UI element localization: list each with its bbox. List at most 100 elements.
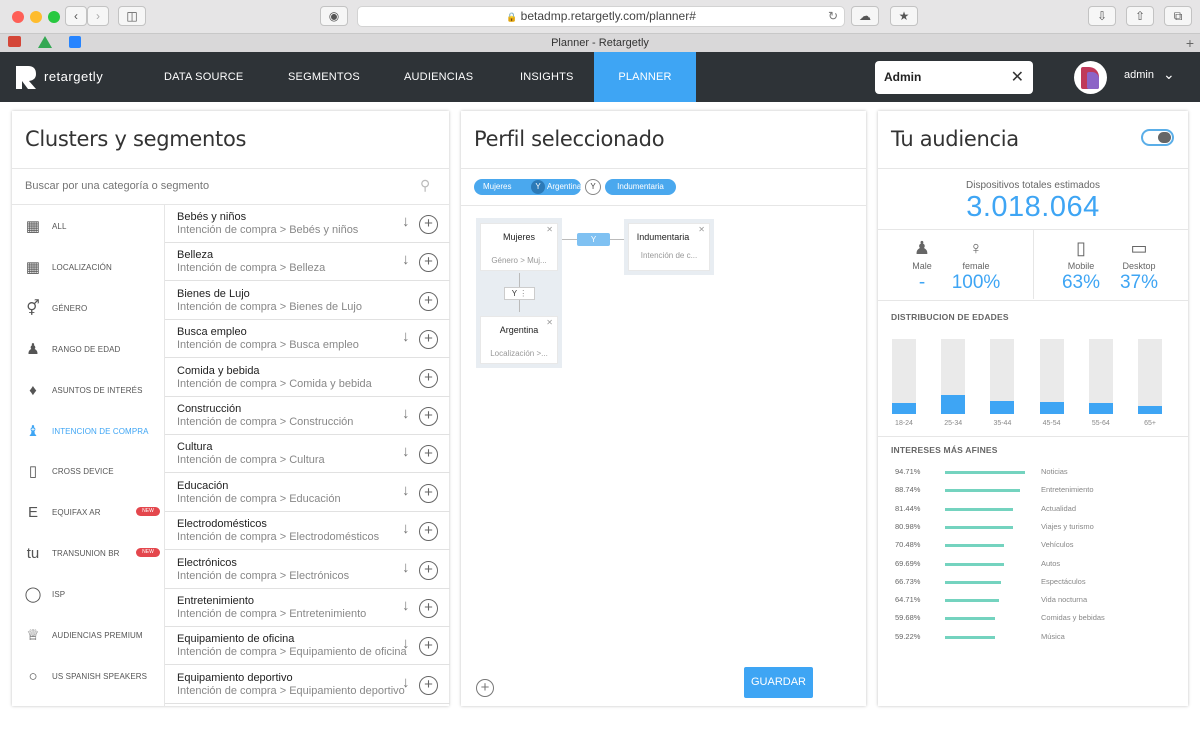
retargetly-logo-icon[interactable] [14,64,38,90]
minimize-window-icon[interactable] [30,11,42,23]
and-operator-toggle[interactable]: Y [585,179,601,195]
save-button[interactable]: GUARDAR [744,667,813,698]
close-window-icon[interactable] [12,11,24,23]
arrow-down-icon[interactable]: ↓ [402,443,410,460]
segment-row[interactable]: Educación Intención de compra > Educación… [165,474,450,512]
profile-chip-indumentaria[interactable]: Indumentaria [605,179,676,195]
arrow-down-icon[interactable]: ↓ [402,635,410,652]
category-intencion-de-compra[interactable]: ♝ INTENCION DE COMPRA [12,414,164,454]
share-icon[interactable]: ⇧ [1126,6,1154,26]
interest-bar [945,562,1004,566]
age-bar-fill [1088,402,1113,414]
gmail-icon[interactable] [8,36,21,47]
avatar[interactable] [1074,61,1107,94]
category-asuntos-de-inter-s[interactable]: ♦ ASUNTOS DE INTERÉS [12,373,164,413]
category-cross-device[interactable]: ▯ CROSS DEVICE [12,454,164,494]
segment-name: Cultura [177,441,213,454]
nav-segmentos[interactable]: SEGMENTOS [288,52,360,102]
nav-audiencias[interactable]: AUDIENCIAS [404,52,473,102]
add-segment-icon[interactable]: + [419,599,438,618]
audience-toggle[interactable] [1141,129,1174,146]
arrow-down-icon[interactable]: ↓ [402,213,410,230]
nav-insights[interactable]: INSIGHTS [520,52,574,102]
segment-row[interactable]: Equipamiento deportivo Intención de compr… [165,666,450,704]
arrow-down-icon[interactable]: ↓ [402,674,410,691]
add-node-icon[interactable]: + [476,679,494,697]
category-us-spanish-speakers[interactable]: ○ US SPANISH SPEAKERS [12,659,164,699]
category-localizaci-n[interactable]: ▦ LOCALIZACIÓN [12,250,164,290]
reading-list-icon[interactable]: ★ [890,6,918,26]
drive-icon[interactable] [38,36,52,48]
add-segment-icon[interactable]: + [419,253,438,273]
nav-planner[interactable]: PLANNER [594,52,696,102]
arrow-down-icon[interactable]: ↓ [402,405,410,422]
add-segment-icon[interactable]: + [419,637,438,657]
add-segment-icon[interactable]: + [419,291,438,311]
chip-and-operator[interactable]: Y [531,180,545,194]
address-bar[interactable]: 🔒 betadmp.retargetly.com/planner# ↻ [357,6,845,27]
add-segment-icon[interactable]: + [419,330,438,350]
nav-data-source[interactable]: DATA SOURCE [164,52,243,102]
node-argentina[interactable]: ✕ Argentina Localización >... [480,316,558,364]
segment-row[interactable]: Cultura Intención de compra > Cultura ↓ + [165,435,450,474]
user-name[interactable]: admin [1124,69,1154,81]
category-isp[interactable]: ◯ ISP [12,577,164,617]
arrow-down-icon[interactable]: ↓ [402,251,410,268]
forward-icon[interactable]: › [87,6,109,26]
and-operator-horizontal[interactable]: Y [577,233,610,246]
tabs-icon[interactable]: ⧉ [1164,6,1192,26]
and-operator-vertical[interactable]: Y ⋮ [504,287,535,300]
interest-name: Actualidad [1041,503,1077,513]
arrow-down-icon[interactable]: ↓ [402,328,410,345]
privacy-icon[interactable]: ◉ [320,6,348,26]
segment-row[interactable]: Electrónicos Intención de compra > Electr… [165,551,450,589]
cloud-icon[interactable]: ☁ [851,6,879,26]
add-segment-icon[interactable]: + [419,445,438,465]
add-segment-icon[interactable]: + [419,522,438,542]
add-segment-icon[interactable]: + [419,560,438,580]
segment-search-box[interactable]: ⚲ [12,169,449,204]
add-segment-icon[interactable]: + [419,407,438,426]
segment-row[interactable]: Bebés y niños Intención de compra > Bebés… [165,205,450,243]
segment-row[interactable]: Electrodomésticos Intención de compra > E… [165,512,450,551]
node-mujeres[interactable]: ✕ Mujeres Género > Muj... [480,223,558,271]
node-indumentaria[interactable]: ✕ Indumentaria Intención de c... [628,223,710,271]
segment-row[interactable]: Entretenimiento Intención de compra > Ent… [165,589,450,627]
add-segment-icon[interactable]: + [419,483,438,503]
sidebar-icon[interactable]: ◫ [118,6,146,26]
add-segment-icon[interactable]: + [419,215,438,234]
tab-title[interactable]: Planner - Retargetly [551,37,649,49]
category-audiencias-premium[interactable]: ♕ AUDIENCIAS PREMIUM [12,618,164,658]
segment-search-input[interactable] [25,177,405,195]
segment-row[interactable]: Construcción Intención de compra > Constr… [165,397,450,435]
back-icon[interactable]: ‹ [65,6,87,26]
segment-row[interactable]: Equipamiento de oficina Intención de comp… [165,627,450,666]
clear-icon[interactable]: ✕ [1011,61,1024,94]
segment-row[interactable]: Belleza Intención de compra > Belleza ↓ + [165,243,450,282]
segment-row[interactable]: Comida y bebida Intención de compra > Com… [165,359,450,397]
category-equifax-ar[interactable]: E EQUIFAX AR NEW [12,495,164,535]
arrow-down-icon[interactable]: ↓ [402,482,410,499]
arrow-down-icon[interactable]: ↓ [402,520,410,537]
jira-icon[interactable] [69,36,81,48]
add-segment-icon[interactable]: + [419,368,438,388]
reload-icon[interactable]: ↻ [828,7,838,26]
new-tab-icon[interactable]: + [1186,34,1194,52]
category-g-nero[interactable]: ⚥ GÉNERO [12,291,164,331]
arrow-down-icon[interactable]: ↓ [402,597,410,614]
segment-row[interactable]: Bienes de Lujo Intención de compra > Bien… [165,282,450,320]
arrow-down-icon[interactable]: ↓ [402,559,410,576]
search-icon[interactable]: ⚲ [420,177,430,194]
account-selector-input[interactable]: Admin ✕ [875,61,1033,94]
segment-row[interactable]: Busca empleo Intención de compra > Busca … [165,320,450,359]
chevron-down-icon[interactable]: ⌄ [1163,66,1175,83]
more-icon[interactable]: ⋮ [519,289,527,298]
age-bar-fill [1039,402,1064,414]
category-rango-de-edad[interactable]: ♟ RANGO DE EDAD [12,332,164,372]
category-transunion-br[interactable]: tu TRANSUNION BR NEW [12,536,164,576]
download-icon[interactable]: ⇩ [1088,6,1116,26]
category-all[interactable]: ▦ ALL [12,209,164,249]
add-segment-icon[interactable]: + [419,675,438,695]
zoom-window-icon[interactable] [48,11,60,23]
profile-chip-mujeres-argentina[interactable]: Mujeres Y Argentina [474,179,581,195]
